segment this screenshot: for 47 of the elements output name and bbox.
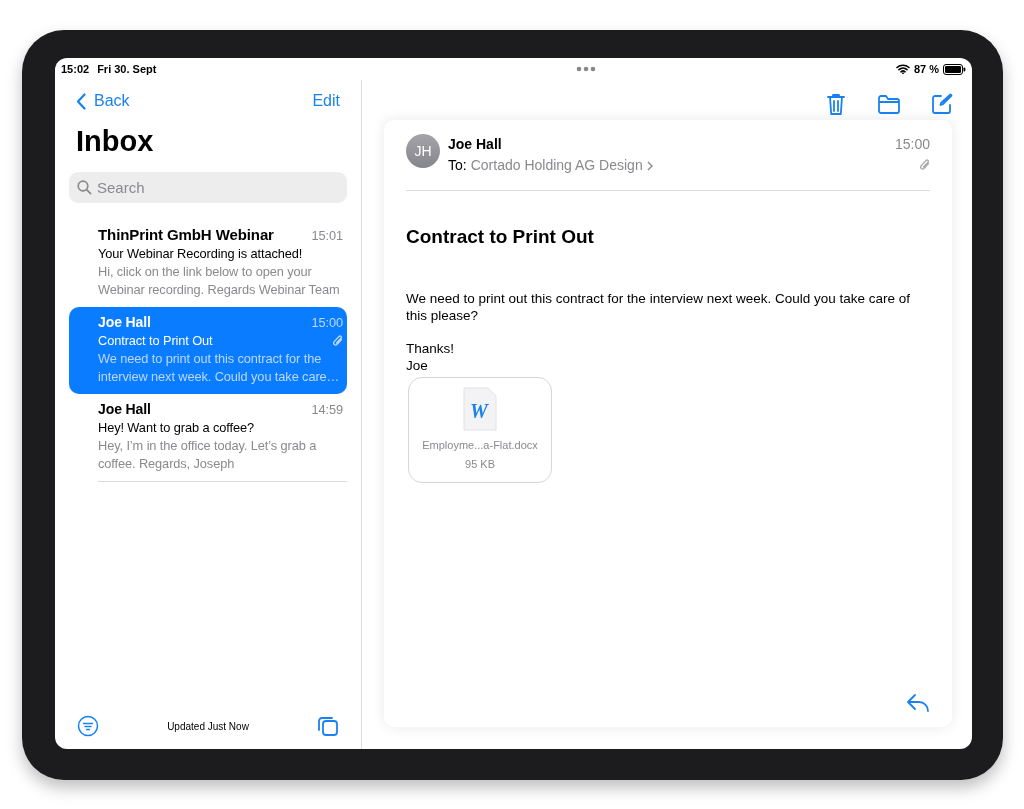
message-subject: Contract to Print Out xyxy=(406,225,595,249)
filter-icon[interactable] xyxy=(77,715,99,737)
body-text: Thanks! xyxy=(406,339,456,357)
status-date: Fri 30. Sept xyxy=(97,61,157,77)
folder-icon[interactable] xyxy=(877,94,901,114)
message-row[interactable]: Joe Hall 15:00 Contract to Print Out We need to print out this contract for the interview next week. Could you take care… xyxy=(69,306,347,394)
battery-percentage: 87 % xyxy=(913,61,939,77)
file-size: 95 KB xyxy=(465,457,495,472)
message-subject: Your Webinar Recording is attached! xyxy=(98,244,303,263)
recipient-link[interactable]: Cortado Holding AG Design xyxy=(470,155,653,176)
chevron-icon xyxy=(646,160,653,171)
message-time: 15:00 xyxy=(894,135,930,154)
status-time: 15:02 xyxy=(61,61,90,77)
message-time: 15:01 xyxy=(311,226,343,245)
update-status: Updated Just Now xyxy=(167,719,249,734)
wifi-icon xyxy=(895,64,910,74)
back-link[interactable]: Back xyxy=(76,89,130,113)
to-label: To: xyxy=(448,156,467,175)
body-text: Joe xyxy=(406,356,429,374)
battery-icon xyxy=(943,63,966,75)
message-time: 15:00 xyxy=(311,313,343,332)
search-field[interactable]: Search xyxy=(69,171,347,203)
message-preview: We need to print out this contract for the interview next week. Could you take care… xyxy=(98,349,341,386)
stacked-windows-icon[interactable] xyxy=(317,715,339,737)
file-name: Employme...a-Flat.docx xyxy=(422,437,538,453)
word-document-icon: W xyxy=(462,386,498,431)
message-subject: Contract to Print Out xyxy=(98,331,213,350)
sender-name: Joe Hall xyxy=(98,312,151,331)
compose-icon[interactable] xyxy=(931,93,953,115)
message-row[interactable]: ThinPrint GmbH Webinar 15:01 Your Webinar Recording is attached! Hi, click on the link below to open your Webinar recording. Regards Webinar Team xyxy=(69,219,347,307)
multitasking-dots-icon[interactable] xyxy=(576,66,597,72)
sender-name: Joe Hall xyxy=(448,135,503,154)
attachment-card[interactable]: W Employme...a-Flat.docx 95 KB xyxy=(408,376,552,483)
message-row[interactable]: Joe Hall 14:59 Hey! Want to grab a coffee? Hey, I’m in the office today. Let’s grab a coffee. Regards, Joseph xyxy=(69,393,347,481)
message-preview: Hi, click on the link below to open your Webinar recording. Regards Webinar Team xyxy=(98,262,341,299)
trash-icon[interactable] xyxy=(825,92,847,116)
reply-icon[interactable] xyxy=(906,693,930,713)
chevron-left-icon xyxy=(76,92,86,110)
sender-name: Joe Hall xyxy=(98,399,151,418)
inbox-title: Inbox xyxy=(75,124,155,159)
body-text: We need to print out this contract for the interview next week. Could you take care of this please? xyxy=(406,289,911,324)
avatar-initials: JH xyxy=(406,134,440,168)
message-subject: Hey! Want to grab a coffee? xyxy=(98,418,254,437)
message-preview: Hey, I’m in the office today. Let’s grab a coffee. Regards, Joseph xyxy=(98,436,318,473)
sender-name: ThinPrint GmbH Webinar xyxy=(98,225,274,244)
message-time: 14:59 xyxy=(311,400,343,419)
edit-link[interactable]: Edit xyxy=(312,89,340,113)
